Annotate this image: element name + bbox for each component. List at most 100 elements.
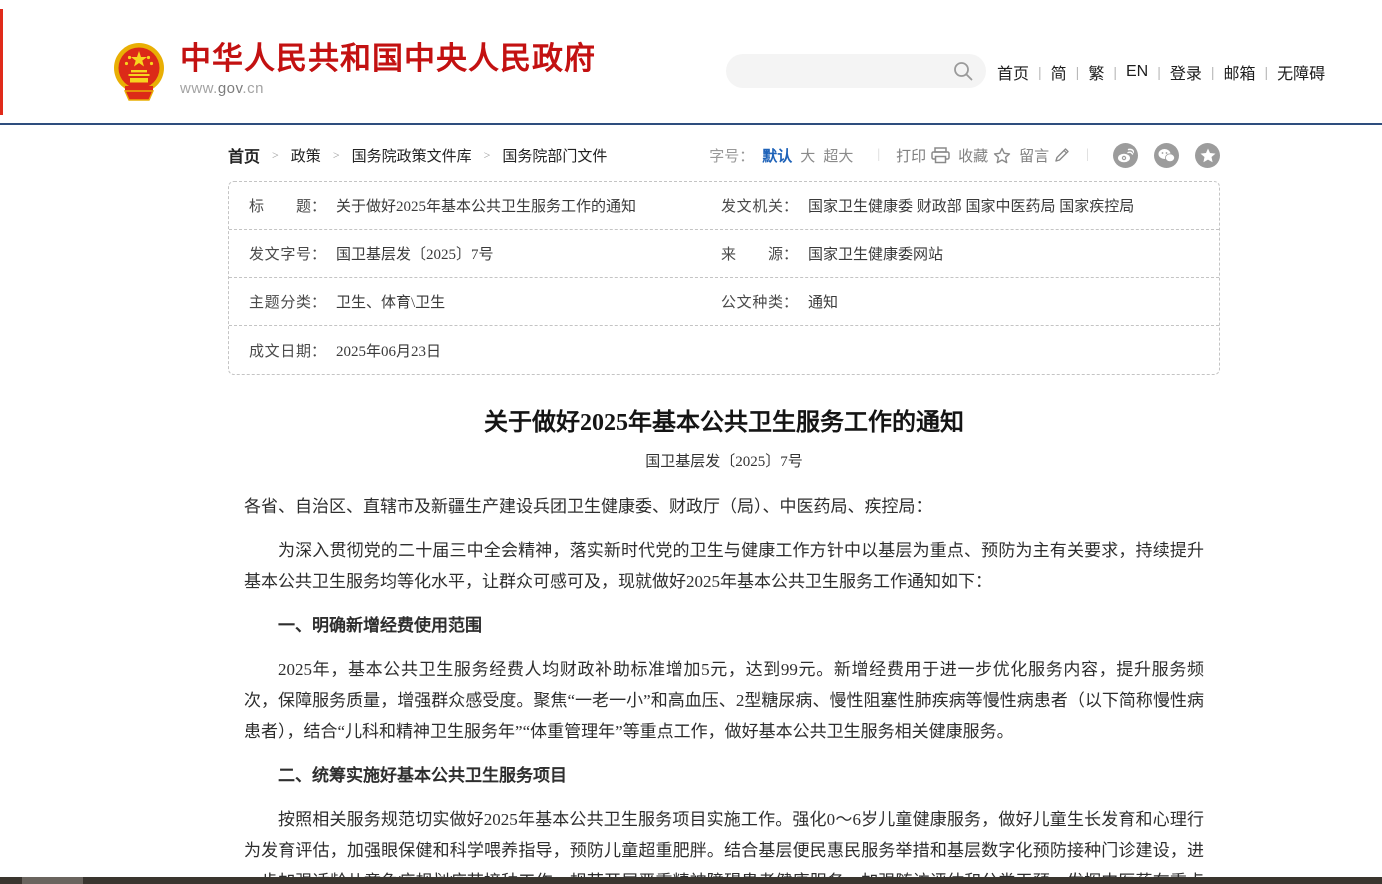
meta-colon: ： — [783, 243, 798, 264]
nav-link-1[interactable]: 首页 — [997, 60, 1029, 84]
paragraph: 按照相关服务规范切实做好2025年基本公共卫生服务项目实施工作。强化0～6岁儿童… — [244, 804, 1204, 884]
toolbar-divider: | — [877, 147, 880, 163]
meta-label: 来源 — [721, 243, 783, 264]
national-emblem-logo — [113, 42, 165, 102]
nav-divider: | — [1113, 64, 1117, 80]
search-box — [726, 54, 986, 88]
toolbar-divider: | — [1086, 147, 1089, 163]
meta-label: 标题 — [249, 195, 311, 216]
meta-colon: ： — [311, 340, 326, 361]
wechat-share-icon[interactable] — [1154, 143, 1179, 168]
qzone-share-icon[interactable] — [1195, 143, 1220, 168]
brand-text: 中华人民共和国中央人民政府 www.gov.cn — [180, 42, 596, 97]
main-content: 首页 > 政策 > 国务院政策文件库 > 国务院部门文件 字号： 默认大超大 | 打印 收藏 — [228, 142, 1220, 884]
comment-button[interactable]: 留言 — [1019, 145, 1070, 166]
paragraph: 为深入贯彻党的二十届三中全会精神，落实新时代党的卫生与健康工作方针中以基层为重点… — [244, 535, 1204, 597]
printer-icon — [931, 147, 950, 164]
font-size-options: 默认大超大 — [762, 145, 861, 166]
site-title: 中华人民共和国中央人民政府 — [180, 42, 596, 76]
meta-colon: ： — [311, 195, 326, 216]
meta-value: 国家卫生健康委网站 — [808, 243, 943, 264]
paragraph: 各省、自治区、直辖市及新疆生产建设兵团卫生健康委、财政厅（局）、中医药局、疾控局… — [244, 491, 1204, 522]
nav-link-6[interactable]: 邮箱 — [1224, 60, 1256, 84]
paragraph: 二、统筹实施好基本公共卫生服务项目 — [244, 760, 1204, 791]
font-size-option-3[interactable]: 超大 — [823, 149, 853, 165]
document: 关于做好2025年基本公共卫生服务工作的通知 国卫基层发〔2025〕7号 各省、… — [228, 402, 1220, 884]
meta-value: 通知 — [808, 291, 838, 312]
weibo-share-icon[interactable] — [1113, 143, 1138, 168]
font-size-option-1[interactable]: 默认 — [762, 149, 792, 165]
meta-cell: 公文种类： 通知 — [721, 291, 1199, 312]
meta-label: 成文日期 — [249, 340, 311, 361]
meta-cell: 来源： 国家卫生健康委网站 — [721, 243, 1199, 264]
meta-colon: ： — [311, 291, 326, 312]
meta-row: 发文字号：国卫基层发〔2025〕7号来源：国家卫生健康委网站 — [229, 230, 1219, 278]
meta-row: 主题分类：卫生、体育\卫生公文种类：通知 — [229, 278, 1219, 326]
breadcrumb-item-2[interactable]: 政策 — [291, 145, 321, 166]
star-icon — [993, 147, 1011, 164]
meta-row: 成文日期： 2025年06月23日 — [229, 326, 1219, 374]
nav-divider: | — [1157, 64, 1161, 80]
meta-value: 卫生、体育\卫生 — [336, 291, 445, 312]
left-accent-line — [0, 9, 3, 115]
breadcrumb-separator-icon: > — [484, 148, 491, 163]
bottom-bar-scroll-thumb[interactable] — [22, 877, 83, 884]
nav-link-7[interactable]: 无障碍 — [1277, 60, 1325, 84]
meta-colon: ： — [783, 291, 798, 312]
meta-cell: 标题： 关于做好2025年基本公共卫生服务工作的通知 — [249, 195, 721, 216]
breadcrumb-separator-icon: > — [333, 148, 340, 163]
search-icon[interactable] — [953, 61, 973, 81]
meta-value: 2025年06月23日 — [336, 340, 441, 361]
nav-link-4[interactable]: EN — [1126, 63, 1148, 81]
nav-divider: | — [1076, 64, 1080, 80]
paragraph: 2025年，基本公共卫生服务经费人均财政补助标准增加5元，达到99元。新增经费用… — [244, 654, 1204, 747]
breadcrumb-item-3[interactable]: 国务院政策文件库 — [352, 145, 472, 166]
brand: 中华人民共和国中央人民政府 www.gov.cn — [113, 42, 596, 102]
bottom-bar — [0, 877, 1382, 884]
meta-label: 发文字号 — [249, 243, 311, 264]
breadcrumb-item-4[interactable]: 国务院部门文件 — [502, 145, 607, 166]
meta-label: 发文机关 — [721, 195, 783, 216]
nav-divider: | — [1211, 64, 1215, 80]
search-input[interactable] — [726, 54, 986, 88]
meta-value: 国卫基层发〔2025〕7号 — [336, 243, 494, 264]
top-nav: 首页 | 简 | 繁 | EN | 登录 | 邮箱 | 无障碍 — [997, 59, 1325, 85]
document-body: 各省、自治区、直辖市及新疆生产建设兵团卫生健康委、财政厅（局）、中医药局、疾控局… — [228, 491, 1220, 884]
meta-cell: 发文机关： 国家卫生健康委 财政部 国家中医药局 国家疾控局 — [721, 195, 1199, 216]
document-meta-table: 标题：关于做好2025年基本公共卫生服务工作的通知发文机关：国家卫生健康委 财政… — [228, 181, 1220, 375]
print-label: 打印 — [896, 145, 926, 166]
favorite-button[interactable]: 收藏 — [958, 145, 1011, 166]
crumb-row: 首页 > 政策 > 国务院政策文件库 > 国务院部门文件 字号： 默认大超大 | 打印 收藏 — [228, 142, 1220, 168]
document-title: 关于做好2025年基本公共卫生服务工作的通知 — [228, 402, 1220, 437]
breadcrumb-item-1[interactable]: 首页 — [228, 143, 260, 167]
font-size-label: 字号： — [709, 145, 754, 166]
comment-label: 留言 — [1019, 145, 1049, 166]
site-header: 中华人民共和国中央人民政府 www.gov.cn 首页 | 简 | 繁 | EN | 登录 | 邮箱… — [0, 0, 1382, 125]
meta-label: 主题分类 — [249, 291, 311, 312]
page: 中华人民共和国中央人民政府 www.gov.cn 首页 | 简 | 繁 | EN | 登录 | 邮箱… — [0, 0, 1382, 884]
paragraph: 一、明确新增经费使用范围 — [244, 610, 1204, 641]
meta-colon: ： — [783, 195, 798, 216]
nav-divider: | — [1265, 64, 1269, 80]
breadcrumb: 首页 > 政策 > 国务院政策文件库 > 国务院部门文件 — [228, 143, 607, 167]
meta-value: 关于做好2025年基本公共卫生服务工作的通知 — [336, 195, 636, 216]
print-button[interactable]: 打印 — [896, 145, 950, 166]
font-size-option-2[interactable]: 大 — [800, 149, 815, 165]
meta-cell: 成文日期： 2025年06月23日 — [249, 340, 721, 361]
nav-link-2[interactable]: 简 — [1051, 60, 1067, 84]
favorite-label: 收藏 — [958, 145, 988, 166]
article-toolbar: 字号： 默认大超大 | 打印 收藏 — [709, 143, 1220, 168]
nav-divider: | — [1038, 64, 1042, 80]
meta-label: 公文种类 — [721, 291, 783, 312]
meta-row: 标题：关于做好2025年基本公共卫生服务工作的通知发文机关：国家卫生健康委 财政… — [229, 182, 1219, 230]
meta-cell: 主题分类： 卫生、体育\卫生 — [249, 291, 721, 312]
meta-value: 国家卫生健康委 财政部 国家中医药局 国家疾控局 — [808, 195, 1134, 216]
nav-link-3[interactable]: 繁 — [1088, 60, 1104, 84]
meta-cell: 发文字号： 国卫基层发〔2025〕7号 — [249, 243, 721, 264]
document-number: 国卫基层发〔2025〕7号 — [228, 450, 1220, 471]
meta-colon: ： — [311, 243, 326, 264]
site-url: www.gov.cn — [180, 80, 596, 97]
pencil-icon — [1054, 147, 1070, 163]
nav-link-5[interactable]: 登录 — [1170, 60, 1202, 84]
breadcrumb-separator-icon: > — [272, 148, 279, 163]
